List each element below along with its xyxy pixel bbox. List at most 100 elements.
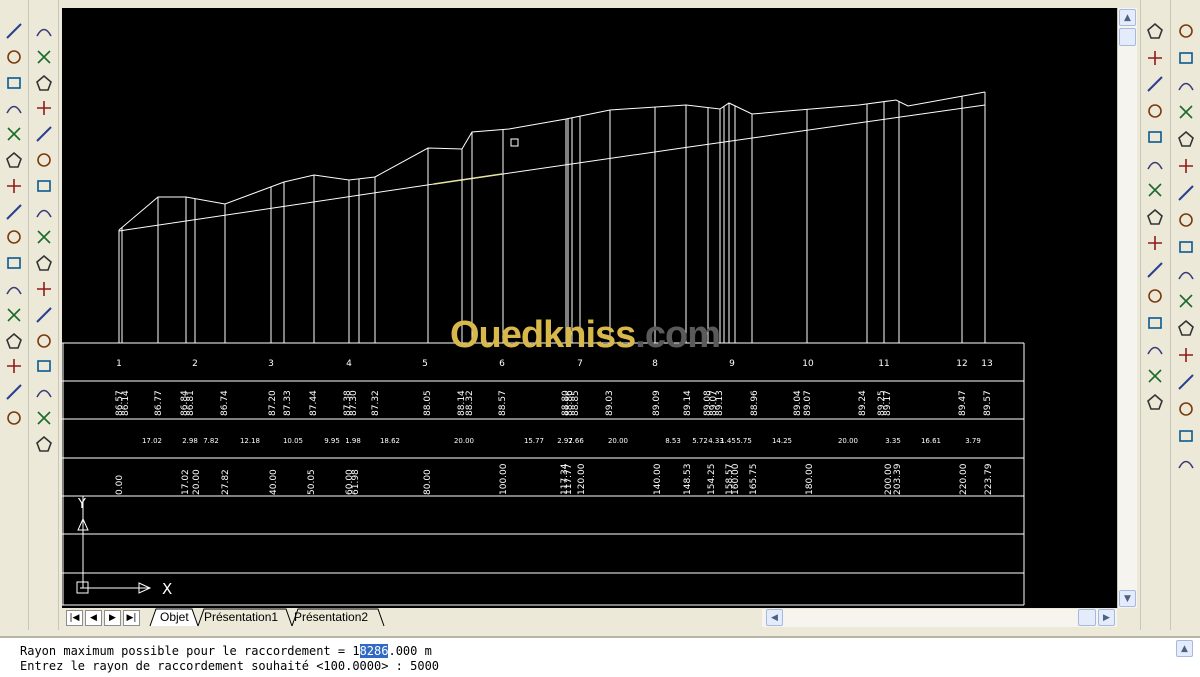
diameter-dim-icon[interactable] — [1144, 126, 1166, 148]
line-icon[interactable] — [33, 20, 55, 42]
explode-icon[interactable] — [3, 407, 25, 429]
scale-icon[interactable] — [3, 201, 25, 223]
move-icon[interactable] — [3, 149, 25, 171]
elevation-value: 89.24 — [858, 390, 868, 416]
scroll-up-button[interactable]: ▲ — [1119, 9, 1136, 26]
center-mark-icon[interactable] — [1144, 312, 1166, 334]
dim-edit-icon[interactable] — [1144, 338, 1166, 360]
copy-icon[interactable] — [3, 46, 25, 68]
erase-icon[interactable] — [3, 20, 25, 42]
vertical-scrollbar[interactable]: ▲ ▼ — [1117, 8, 1137, 608]
snap-parallel-icon[interactable] — [1175, 317, 1197, 339]
ordinate-dim-icon[interactable] — [1144, 73, 1166, 95]
drawing-area[interactable]: 1 2 3 4 5 6 7 8 9 10 11 12 13 86.57 86.14 86.77 86.84 86.… — [62, 8, 1117, 608]
quick-dim-icon[interactable] — [1144, 179, 1166, 201]
leader-icon[interactable] — [1144, 259, 1166, 281]
snap-endpoint-icon[interactable] — [1175, 74, 1197, 96]
scroll-right-button[interactable]: ▶ — [1098, 609, 1115, 626]
make-block-icon[interactable] — [33, 330, 55, 352]
snap-perpendicular-icon[interactable] — [1175, 290, 1197, 312]
radius-dim-icon[interactable] — [1144, 100, 1166, 122]
tab-presentation2[interactable]: Présentation2 — [288, 609, 374, 626]
cumulative-distance-value: 148.53 — [683, 464, 693, 496]
stretch-icon[interactable] — [3, 226, 25, 248]
polyline-icon[interactable] — [33, 72, 55, 94]
elevation-value: 86.81 — [186, 390, 196, 416]
join-icon[interactable] — [3, 330, 25, 352]
offset-icon[interactable] — [3, 97, 25, 119]
snap-quadrant-icon[interactable] — [1175, 236, 1197, 258]
osnap-settings-icon[interactable] — [1175, 452, 1197, 474]
temp-track-icon[interactable] — [1175, 20, 1197, 42]
snap-extension-icon[interactable] — [1175, 182, 1197, 204]
cumulative-distance-value: 61.98 — [351, 469, 361, 495]
dim-update-icon[interactable] — [1144, 391, 1166, 413]
partial-distance-value: 20.00 — [454, 437, 474, 445]
snap-insert-icon[interactable] — [1175, 344, 1197, 366]
ucs-x-label: X — [162, 580, 172, 598]
ellipse-icon[interactable] — [33, 252, 55, 274]
dim-text-edit-icon[interactable] — [1144, 365, 1166, 387]
elevation-value: 88.32 — [465, 390, 475, 416]
snap-intersection-icon[interactable] — [1175, 128, 1197, 150]
scroll-h-thumb[interactable] — [1078, 609, 1096, 626]
snap-none-icon[interactable] — [1175, 425, 1197, 447]
trim-icon[interactable] — [3, 252, 25, 274]
aligned-dim-icon[interactable] — [1144, 47, 1166, 69]
chamfer-icon[interactable] — [3, 355, 25, 377]
snap-node-icon[interactable] — [1175, 371, 1197, 393]
insert-block-icon[interactable] — [33, 304, 55, 326]
partial-distance-value: 1.45 — [720, 437, 736, 445]
baseline-dim-icon[interactable] — [1144, 206, 1166, 228]
break-icon[interactable] — [3, 304, 25, 326]
cumulative-distance-value: 120.00 — [577, 463, 587, 495]
construction-line-icon[interactable] — [33, 46, 55, 68]
array-icon[interactable] — [3, 123, 25, 145]
station-number: 1 — [116, 359, 122, 369]
snap-apparent-icon[interactable] — [1175, 155, 1197, 177]
hatch-icon[interactable] — [33, 381, 55, 403]
rotate-icon[interactable] — [3, 175, 25, 197]
scroll-down-button[interactable]: ▼ — [1119, 590, 1136, 607]
elevation-value: 86.74 — [220, 390, 230, 416]
watermark-part3: .com — [635, 314, 721, 356]
partial-distance-value: 17.02 — [142, 437, 162, 445]
arc-icon[interactable] — [33, 149, 55, 171]
cmd-scroll-up-button[interactable]: ▲ — [1176, 640, 1193, 657]
snap-nearest-icon[interactable] — [1175, 398, 1197, 420]
polygon-icon[interactable] — [33, 97, 55, 119]
command-history-line1: Rayon maximum possible pour le raccordem… — [20, 644, 432, 658]
spline-icon[interactable] — [33, 226, 55, 248]
tab-presentation1[interactable]: Présentation1 — [198, 609, 284, 626]
ellipse-arc-icon[interactable] — [33, 278, 55, 300]
snap-tangent-icon[interactable] — [1175, 263, 1197, 285]
fillet-icon[interactable] — [3, 381, 25, 403]
scroll-thumb[interactable] — [1119, 28, 1136, 46]
continue-dim-icon[interactable] — [1144, 232, 1166, 254]
partial-distance-value: 2.98 — [182, 437, 198, 445]
horizontal-scrollbar[interactable]: ◀ ▶ — [762, 609, 1117, 627]
scroll-left-button[interactable]: ◀ — [766, 609, 783, 626]
station-number: 10 — [802, 359, 814, 369]
snap-from-icon[interactable] — [1175, 47, 1197, 69]
circle-icon[interactable] — [33, 175, 55, 197]
angular-dim-icon[interactable] — [1144, 153, 1166, 175]
tab-objet[interactable]: Objet — [154, 609, 195, 626]
point-icon[interactable] — [33, 355, 55, 377]
selected-value: 8286 — [359, 644, 389, 658]
linear-dim-icon[interactable] — [1144, 20, 1166, 42]
region-icon[interactable] — [33, 407, 55, 429]
snap-center-icon[interactable] — [1175, 209, 1197, 231]
revision-cloud-icon[interactable] — [33, 201, 55, 223]
mirror-icon[interactable] — [3, 72, 25, 94]
partial-distance-value: 1.98 — [345, 437, 361, 445]
snap-midpoint-icon[interactable] — [1175, 101, 1197, 123]
partial-distance-value: 20.00 — [838, 437, 858, 445]
tolerance-icon[interactable] — [1144, 285, 1166, 307]
rectangle-icon[interactable] — [33, 123, 55, 145]
extend-icon[interactable] — [3, 278, 25, 300]
command-line[interactable]: Rayon maximum possible pour le raccordem… — [0, 636, 1200, 677]
elevation-value: 89.57 — [983, 390, 993, 416]
project-profile-line — [118, 104, 986, 232]
text-icon[interactable] — [33, 433, 55, 455]
